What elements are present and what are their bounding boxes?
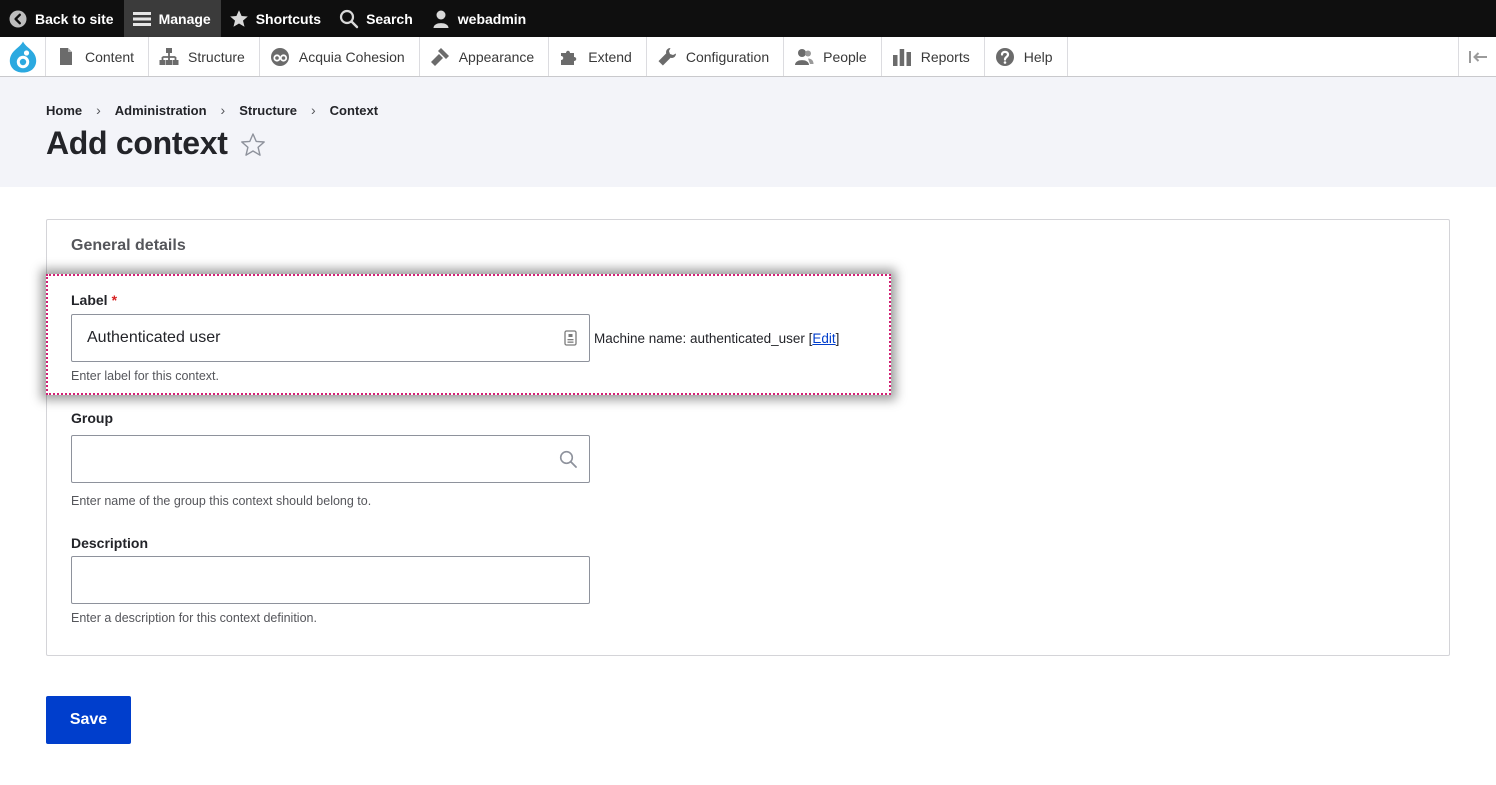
tray-item-acquia-cohesion[interactable]: Acquia Cohesion bbox=[260, 37, 420, 76]
general-details-title: General details bbox=[71, 237, 186, 254]
page-title-row: Add context bbox=[46, 125, 266, 162]
help-icon bbox=[995, 47, 1015, 67]
contact-card-icon[interactable] bbox=[564, 330, 577, 346]
machine-name: Machine name: authenticated_user [Edit] bbox=[594, 331, 839, 346]
label-description: Enter label for this context. bbox=[71, 369, 219, 383]
tray-item-help[interactable]: Help bbox=[985, 37, 1068, 76]
page-icon bbox=[56, 47, 76, 67]
description-help-text: Enter a description for this context def… bbox=[71, 611, 317, 625]
tray-item-people[interactable]: People bbox=[784, 37, 882, 76]
drupal-drop-icon bbox=[9, 41, 36, 72]
breadcrumb-separator: › bbox=[96, 102, 101, 118]
group-description: Enter name of the group this context sho… bbox=[71, 494, 372, 508]
manage-tab[interactable]: Manage bbox=[123, 0, 221, 37]
machine-name-edit-link[interactable]: Edit bbox=[812, 331, 835, 346]
bar-chart-icon bbox=[892, 47, 912, 67]
collapse-left-icon bbox=[1468, 50, 1487, 63]
label-field-label-text: Label bbox=[71, 292, 108, 308]
breadcrumb-separator: › bbox=[220, 102, 226, 118]
back-to-site-link[interactable]: Back to site bbox=[0, 0, 124, 37]
people-icon bbox=[794, 47, 814, 67]
label-input[interactable] bbox=[71, 314, 590, 362]
tray-item-label: Content bbox=[85, 48, 135, 65]
breadcrumb-home[interactable]: Home bbox=[46, 103, 82, 118]
save-button[interactable]: Save bbox=[46, 696, 131, 744]
sitemap-icon bbox=[159, 47, 179, 67]
tray-item-label: Structure bbox=[188, 48, 245, 65]
tray-spacer bbox=[1068, 37, 1458, 76]
description-field-label: Description bbox=[71, 535, 149, 551]
tray-item-configuration[interactable]: Configuration bbox=[647, 37, 785, 76]
tray-item-label: Appearance bbox=[458, 48, 535, 65]
puzzle-icon bbox=[559, 47, 579, 67]
search-icon bbox=[339, 9, 359, 29]
search-label: Search bbox=[366, 10, 413, 27]
user-icon bbox=[431, 9, 451, 29]
page-title: Add context bbox=[46, 125, 228, 161]
tray-item-content[interactable]: Content bbox=[46, 37, 150, 76]
tray-item-structure[interactable]: Structure bbox=[149, 37, 260, 76]
breadcrumb-context[interactable]: Context bbox=[330, 103, 378, 118]
page-header: Home › Administration › Structure › Cont… bbox=[0, 77, 1496, 187]
group-field-label: Group bbox=[71, 410, 113, 426]
wrench-icon bbox=[657, 47, 677, 67]
breadcrumb-structure[interactable]: Structure bbox=[239, 103, 297, 118]
group-autocomplete-input[interactable] bbox=[71, 435, 590, 483]
tray-item-label: Reports bbox=[920, 48, 970, 65]
shortcuts-label: Shortcuts bbox=[255, 10, 322, 27]
tray-item-label: People bbox=[823, 48, 867, 65]
user-label: webadmin bbox=[457, 10, 527, 27]
description-input[interactable] bbox=[71, 556, 590, 604]
chevron-left-circle-icon bbox=[8, 9, 28, 29]
star-icon bbox=[229, 9, 249, 29]
label-field-label: Label * bbox=[71, 292, 117, 308]
required-marker: * bbox=[111, 292, 118, 308]
tray-item-label: Help bbox=[1023, 48, 1053, 65]
tray-item-reports[interactable]: Reports bbox=[882, 37, 985, 76]
drupal-logo[interactable] bbox=[0, 37, 46, 76]
search-tab[interactable]: Search bbox=[331, 0, 423, 37]
machine-name-text: Machine name: authenticated_user [ bbox=[594, 331, 813, 346]
tray-item-label: Acquia Cohesion bbox=[298, 48, 405, 65]
tray-item-extend[interactable]: Extend bbox=[549, 37, 647, 76]
hamburger-menu-icon bbox=[132, 9, 152, 29]
manage-label: Manage bbox=[158, 10, 211, 27]
breadcrumb: Home › Administration › Structure › Cont… bbox=[46, 102, 378, 118]
tray-item-label: Configuration bbox=[685, 48, 770, 65]
cohesion-icon bbox=[270, 47, 290, 67]
add-shortcut-star-icon[interactable] bbox=[240, 132, 266, 158]
tray-item-appearance[interactable]: Appearance bbox=[420, 37, 550, 76]
paintbrush-icon bbox=[430, 47, 450, 67]
breadcrumb-separator: › bbox=[311, 102, 316, 118]
breadcrumb-administration[interactable]: Administration bbox=[115, 103, 207, 118]
machine-name-bracket: ] bbox=[835, 331, 840, 346]
admin-menu-tray: Content Structure Acquia Cohesion Appear… bbox=[0, 37, 1496, 77]
tray-orientation-toggle[interactable] bbox=[1458, 37, 1496, 76]
admin-toolbar: Back to site Manage Shortcuts Search web… bbox=[0, 0, 1496, 37]
user-tab[interactable]: webadmin bbox=[423, 0, 536, 37]
tray-item-label: Extend bbox=[588, 48, 632, 65]
search-icon bbox=[559, 450, 577, 468]
back-to-site-label: Back to site bbox=[35, 10, 114, 27]
shortcuts-tab[interactable]: Shortcuts bbox=[221, 0, 331, 37]
